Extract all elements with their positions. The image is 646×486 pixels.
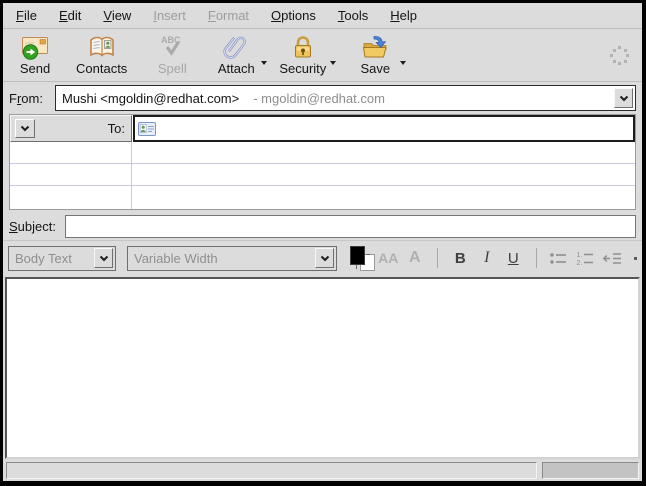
font-family-value: Variable Width xyxy=(128,251,315,266)
text-color-picker[interactable] xyxy=(349,245,375,272)
from-identity-value: Mushi <mgoldin@redhat.com> xyxy=(56,91,239,106)
recipient-type-dropdown-button[interactable] xyxy=(15,119,35,138)
menu-file[interactable]: File xyxy=(5,5,48,26)
svg-text:2.: 2. xyxy=(576,260,582,266)
menu-format: Format xyxy=(197,5,260,26)
status-message-area xyxy=(6,462,537,479)
column-divider xyxy=(131,142,132,209)
recipient-empty-rows xyxy=(10,142,635,209)
activity-throbber-icon xyxy=(609,45,631,67)
recipient-type-button[interactable]: To: xyxy=(10,115,132,142)
contacts-button[interactable]: Contacts xyxy=(69,31,134,80)
from-label: From: xyxy=(9,91,55,106)
subject-row: Subject: xyxy=(3,212,642,240)
decrease-font-glyph: AA xyxy=(378,250,398,266)
font-family-combobox[interactable]: Variable Width xyxy=(127,246,337,271)
paragraph-style-value: Body Text xyxy=(9,251,94,266)
toolbar-overflow-indicator xyxy=(634,257,637,260)
color-tick xyxy=(356,265,357,269)
menu-options[interactable]: Options xyxy=(260,5,327,26)
attach-dropdown-button[interactable] xyxy=(261,31,272,80)
progress-meter xyxy=(542,462,639,479)
main-toolbar: Send Contacts ABC xyxy=(3,29,642,82)
bold-button[interactable]: B xyxy=(450,245,471,271)
outdent-icon xyxy=(602,251,622,266)
spell-check-icon: ABC xyxy=(158,33,186,61)
contact-card-icon xyxy=(138,122,156,136)
spell-button-label: Spell xyxy=(158,61,187,76)
increase-font-glyph: A xyxy=(409,249,421,267)
paperclip-icon xyxy=(222,33,250,61)
toolbar-separator xyxy=(536,248,537,268)
recipient-address-input[interactable] xyxy=(133,115,635,142)
contacts-button-label: Contacts xyxy=(76,61,127,76)
security-dropdown-button[interactable] xyxy=(330,31,341,80)
menu-help[interactable]: Help xyxy=(379,5,428,26)
chevron-down-icon xyxy=(619,95,629,102)
attach-button-label: Attach xyxy=(218,61,255,76)
security-button[interactable]: Security xyxy=(272,31,333,80)
padlock-icon xyxy=(290,33,316,61)
chevron-down-icon xyxy=(320,255,330,262)
security-button-label: Security xyxy=(279,61,326,76)
empty-recipient-row[interactable] xyxy=(10,164,635,186)
message-body-editor[interactable] xyxy=(5,277,640,459)
paragraph-style-dropdown-button[interactable] xyxy=(94,248,113,268)
save-button-label: Save xyxy=(360,61,390,76)
foreground-color-swatch[interactable] xyxy=(350,246,365,265)
recipient-type-label: To: xyxy=(108,121,127,136)
attach-button[interactable]: Attach xyxy=(208,31,264,80)
spell-button: ABC Spell xyxy=(144,31,200,80)
chevron-down-icon xyxy=(400,61,406,65)
addressing-area: To: xyxy=(9,114,636,210)
outdent-button[interactable] xyxy=(602,245,623,271)
subject-input[interactable] xyxy=(65,215,636,238)
decrease-font-size-icon: AA xyxy=(378,245,399,271)
chevron-down-icon xyxy=(99,255,109,262)
italic-button[interactable]: I xyxy=(477,245,498,271)
send-button[interactable]: Send xyxy=(7,31,63,80)
menu-edit[interactable]: Edit xyxy=(48,5,92,26)
from-combo-dropdown-button[interactable] xyxy=(614,88,633,108)
save-button[interactable]: Save xyxy=(347,31,403,80)
toolbar-separator xyxy=(437,248,438,268)
numbered-list-icon: 1. 2. xyxy=(576,250,595,266)
font-family-dropdown-button[interactable] xyxy=(315,248,334,268)
empty-recipient-row[interactable] xyxy=(10,142,635,164)
menu-view[interactable]: View xyxy=(92,5,142,26)
recipient-row: To: xyxy=(10,115,635,142)
from-identity-combobox[interactable]: Mushi <mgoldin@redhat.com> - mgoldin@red… xyxy=(55,85,636,111)
send-mail-icon xyxy=(20,33,50,61)
svg-text:1.: 1. xyxy=(576,252,582,259)
compose-mail-window: File Edit View Insert Format Options Too… xyxy=(0,0,646,486)
format-toolbar: Body Text Variable Width AA xyxy=(3,240,642,275)
status-bar xyxy=(3,459,642,481)
send-button-label: Send xyxy=(20,61,50,76)
color-tick xyxy=(366,254,370,255)
empty-recipient-row[interactable] xyxy=(10,186,635,208)
chevron-down-icon xyxy=(330,61,336,65)
subject-label: Subject: xyxy=(9,219,65,234)
bullet-list-button[interactable] xyxy=(549,245,570,271)
numbered-list-button[interactable]: 1. 2. xyxy=(575,245,596,271)
paragraph-style-combobox[interactable]: Body Text xyxy=(8,246,116,271)
underline-button[interactable]: U xyxy=(503,245,524,271)
from-row: From: Mushi <mgoldin@redhat.com> - mgold… xyxy=(3,82,642,114)
menu-insert: Insert xyxy=(142,5,197,26)
chevron-down-icon xyxy=(20,125,30,132)
save-folder-icon xyxy=(361,33,389,61)
save-dropdown-button[interactable] xyxy=(400,31,411,80)
menu-tools[interactable]: Tools xyxy=(327,5,379,26)
menu-bar: File Edit View Insert Format Options Too… xyxy=(3,3,642,29)
increase-font-size-icon: A xyxy=(405,245,426,271)
bullet-list-icon xyxy=(549,251,568,266)
chevron-down-icon xyxy=(261,61,267,65)
address-book-icon xyxy=(88,33,116,61)
from-account-hint: - mgoldin@redhat.com xyxy=(239,91,385,106)
